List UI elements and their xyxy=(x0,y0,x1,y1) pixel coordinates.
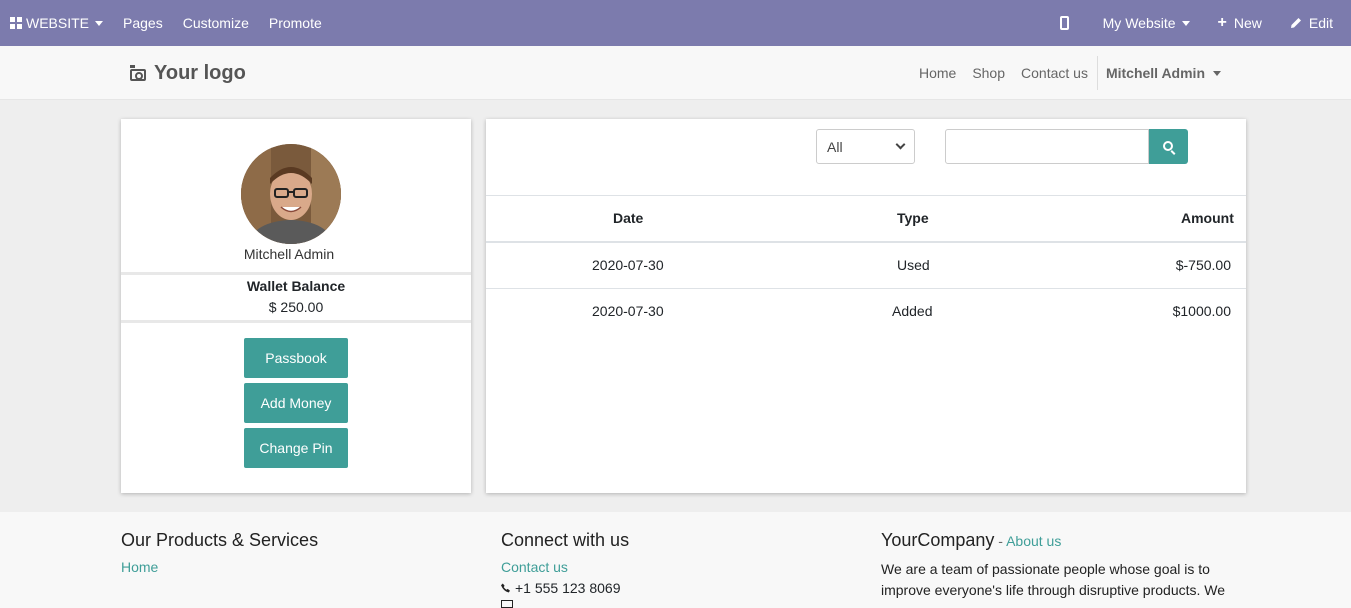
plus-icon: + xyxy=(1217,14,1227,31)
camera-icon xyxy=(130,64,146,81)
footer-phone: +1 555 123 8069 xyxy=(501,580,629,596)
website-menu[interactable]: WEBSITE xyxy=(0,0,113,46)
footer-products-title: Our Products & Services xyxy=(121,530,319,550)
customize-menu[interactable]: Customize xyxy=(173,0,259,46)
user-name: Mitchell Admin xyxy=(1105,65,1205,81)
caret-down-icon xyxy=(1213,70,1221,76)
type-filter-value: All xyxy=(827,138,843,155)
site-footer: Our Products & Services Home Connect wit… xyxy=(0,512,1351,608)
wallet-profile-card: Mitchell Admin Wallet Balance $ 250.00 P… xyxy=(121,119,471,493)
row-amount: $-750.00 xyxy=(1175,257,1231,273)
my-website-menu[interactable]: My Website xyxy=(1089,0,1204,46)
footer-company-text: We are a team of passionate people whose… xyxy=(881,561,1226,598)
footer-phone-number: +1 555 123 8069 xyxy=(515,580,621,596)
footer-connect-column: Connect with us Contact us +1 555 123 80… xyxy=(501,530,629,608)
caret-down-icon xyxy=(95,20,104,26)
divider xyxy=(121,272,471,275)
type-filter-select[interactable]: All xyxy=(816,129,915,164)
website-menu-label: WEBSITE xyxy=(26,15,90,31)
row-amount: $1000.00 xyxy=(1172,303,1231,319)
column-header-date: Date xyxy=(613,210,644,226)
site-logo[interactable]: Your logo xyxy=(130,62,246,85)
wallet-balance-title: Wallet Balance xyxy=(246,278,346,294)
passbook-button[interactable]: Passbook xyxy=(244,338,348,378)
mobile-preview-button[interactable] xyxy=(1040,0,1089,46)
footer-company-title: YourCompany xyxy=(881,530,995,550)
column-header-amount: Amount xyxy=(1181,210,1234,226)
apps-grid-icon xyxy=(10,17,22,29)
caret-down-icon xyxy=(1181,20,1190,26)
edit-button[interactable]: Edit xyxy=(1276,0,1351,46)
footer-company-heading: YourCompany - About us xyxy=(881,530,1241,551)
pencil-icon xyxy=(1290,18,1301,28)
row-date: 2020-07-30 xyxy=(592,257,664,273)
row-type: Used xyxy=(897,257,930,273)
nav-shop[interactable]: Shop xyxy=(967,65,1010,81)
envelope-icon xyxy=(501,600,513,608)
nav-divider xyxy=(1096,56,1098,90)
pages-menu[interactable]: Pages xyxy=(113,0,173,46)
profile-name: Mitchell Admin xyxy=(243,246,335,262)
change-pin-button[interactable]: Change Pin xyxy=(244,428,348,468)
footer-contact-link[interactable]: Contact us xyxy=(501,559,629,575)
row-border xyxy=(486,288,1246,289)
search-button[interactable] xyxy=(1149,129,1188,164)
edit-label: Edit xyxy=(1308,15,1333,31)
row-date: 2020-07-30 xyxy=(592,303,664,319)
user-photo xyxy=(241,144,341,244)
site-nav: Home Shop Contact us Mitchell Admin xyxy=(914,46,1221,100)
user-menu[interactable]: Mitchell Admin xyxy=(1102,65,1221,81)
divider xyxy=(121,320,471,323)
footer-email xyxy=(501,600,629,608)
new-button[interactable]: + New xyxy=(1204,0,1276,46)
footer-company-column: YourCompany - About us We are a team of … xyxy=(881,530,1241,601)
table-header-border xyxy=(486,241,1246,243)
promote-menu[interactable]: Promote xyxy=(259,0,332,46)
nav-contact[interactable]: Contact us xyxy=(1016,65,1093,81)
footer-about-link[interactable]: About us xyxy=(1006,533,1061,549)
admin-navbar: WEBSITE Pages Customize Promote My Websi… xyxy=(0,0,1351,46)
search-icon xyxy=(1162,140,1173,151)
transactions-card: All Date Type Amount 2020-07-30 Used $-7… xyxy=(486,119,1246,493)
footer-home-link[interactable]: Home xyxy=(121,559,318,575)
site-header: Your logo Home Shop Contact us Mitchell … xyxy=(0,46,1351,100)
new-label: New xyxy=(1233,15,1262,31)
footer-about-separator: - xyxy=(994,533,1007,549)
chevron-down-icon xyxy=(895,139,906,150)
search-input[interactable] xyxy=(945,129,1149,164)
mobile-phone-icon xyxy=(1059,16,1069,30)
row-type: Added xyxy=(892,303,933,319)
add-money-button[interactable]: Add Money xyxy=(244,383,348,423)
logo-text: Your logo xyxy=(154,62,246,84)
footer-products-column: Our Products & Services Home xyxy=(121,530,318,580)
column-header-type: Type xyxy=(897,210,929,226)
avatar xyxy=(241,144,341,244)
my-website-label: My Website xyxy=(1102,15,1176,31)
table-top-border xyxy=(486,195,1246,196)
footer-connect-title: Connect with us xyxy=(501,530,630,550)
wallet-balance-amount: $ 250.00 xyxy=(268,299,324,315)
nav-home[interactable]: Home xyxy=(914,65,961,81)
phone-icon xyxy=(501,583,510,593)
